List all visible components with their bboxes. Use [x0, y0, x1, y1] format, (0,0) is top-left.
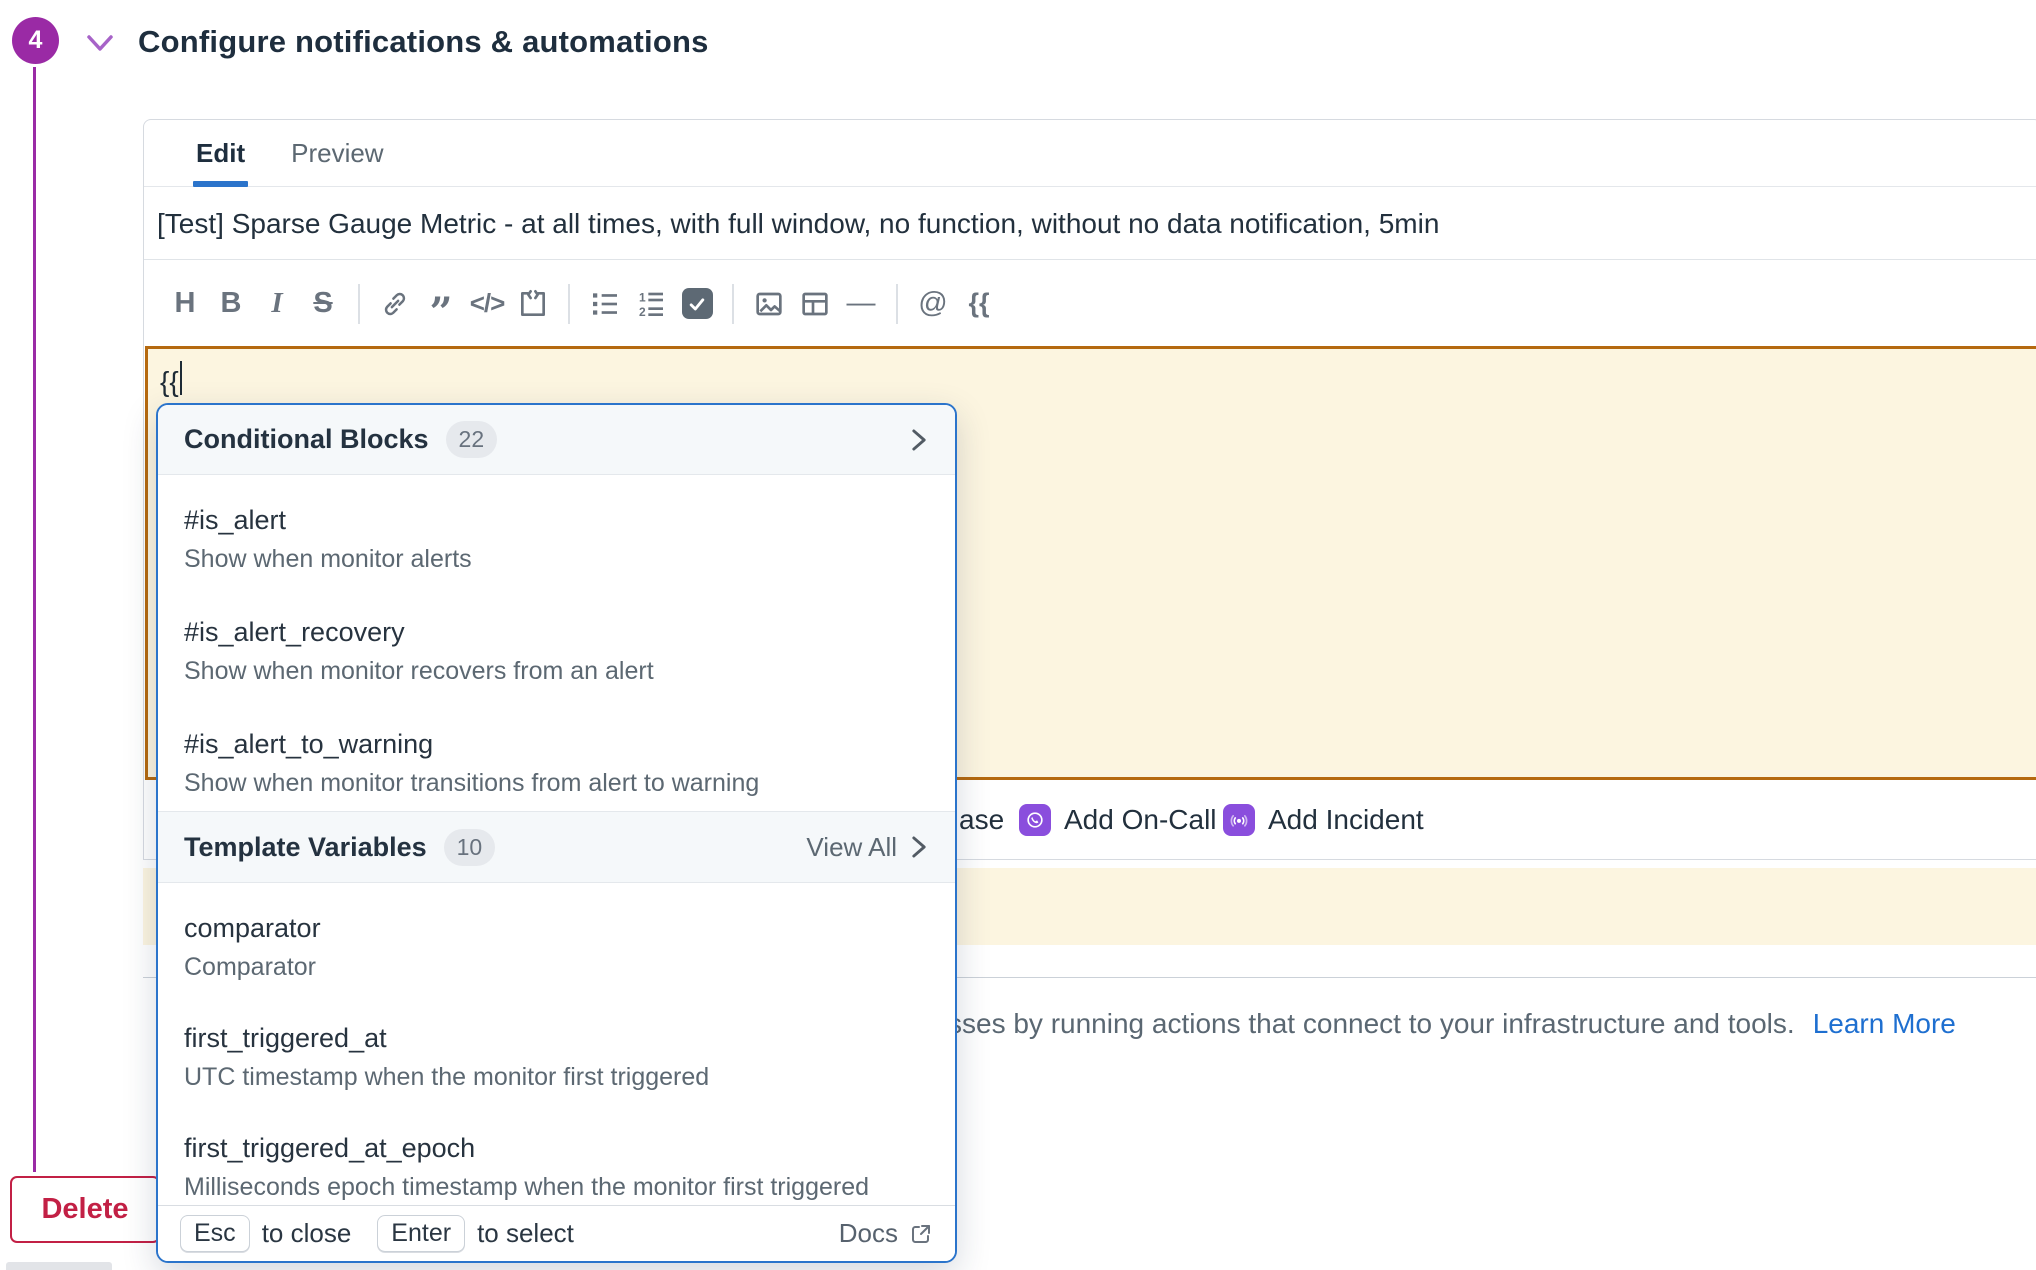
item-name: first_triggered_at: [184, 1023, 929, 1054]
template-variable-button[interactable]: {{: [956, 279, 1002, 329]
item-description: Show when monitor alerts: [184, 545, 929, 574]
autocomplete-footer: Esc to close Enter to select Docs: [158, 1205, 955, 1261]
list-item-first-triggered-at[interactable]: first_triggered_at UTC timestamp when th…: [158, 993, 955, 1103]
item-name: comparator: [184, 913, 929, 944]
checkbox-icon: [682, 288, 713, 319]
toolbar-divider: [732, 284, 734, 324]
image-button[interactable]: [746, 279, 792, 329]
on-call-icon: [1019, 804, 1051, 836]
section-title: Conditional Blocks: [184, 424, 429, 455]
enter-hint: to select: [477, 1218, 574, 1249]
chevron-right-icon[interactable]: [909, 834, 929, 860]
add-incident-button[interactable]: Add Incident: [1268, 804, 1424, 836]
section-title: Template Variables: [184, 832, 427, 863]
list-item-first-triggered-at-epoch[interactable]: first_triggered_at_epoch Milliseconds ep…: [158, 1103, 955, 1213]
italic-button[interactable]: I: [254, 279, 300, 329]
item-description: Show when monitor recovers from an alert: [184, 657, 929, 686]
mention-button[interactable]: @: [910, 279, 956, 329]
link-icon: [380, 289, 410, 319]
item-description: UTC timestamp when the monitor first tri…: [184, 1063, 929, 1092]
list-item-is-alert-to-warning[interactable]: #is_alert_to_warning Show when monitor t…: [158, 699, 955, 811]
tab-edit[interactable]: Edit: [196, 120, 245, 186]
numbered-list-icon: 12: [635, 288, 667, 320]
item-name: #is_alert_to_warning: [184, 729, 929, 760]
task-list-button[interactable]: [674, 279, 720, 329]
bold-button[interactable]: B: [208, 279, 254, 329]
code-block-icon: [517, 288, 549, 320]
count-badge: 22: [446, 421, 498, 458]
formatting-toolbar: H B I S ” </> 12: [144, 261, 2036, 346]
list-item-is-alert[interactable]: #is_alert Show when monitor alerts: [158, 475, 955, 587]
view-all-link[interactable]: View All: [806, 832, 897, 863]
count-badge: 10: [444, 829, 496, 866]
table-button[interactable]: [792, 279, 838, 329]
heading-button[interactable]: H: [162, 279, 208, 329]
svg-text:1: 1: [639, 290, 646, 304]
chevron-right-icon[interactable]: [909, 427, 929, 453]
docs-link[interactable]: Docs: [839, 1218, 933, 1249]
template-autocomplete-popover: Conditional Blocks 22 #is_alert Show whe…: [156, 403, 957, 1263]
list-item-is-alert-recovery[interactable]: #is_alert_recovery Show when monitor rec…: [158, 587, 955, 699]
item-description: Show when monitor transitions from alert…: [184, 769, 929, 798]
item-description: Comparator: [184, 953, 929, 982]
toolbar-divider: [568, 284, 570, 324]
learn-more-link[interactable]: Learn More: [1813, 1008, 1956, 1039]
item-description: Milliseconds epoch timestamp when the mo…: [184, 1173, 929, 1202]
step-number-badge: 4: [12, 17, 59, 64]
bulleted-list-button[interactable]: [582, 279, 628, 329]
toolbar-divider: [358, 284, 360, 324]
add-case-button-fragment[interactable]: ase: [959, 804, 1004, 836]
step-rail: [33, 67, 36, 1172]
external-link-icon: [909, 1222, 933, 1246]
editor-text: {{: [160, 366, 179, 397]
table-icon: [799, 288, 831, 320]
docs-label: Docs: [839, 1218, 898, 1249]
esc-key-badge: Esc: [180, 1215, 250, 1252]
enter-key-badge: Enter: [377, 1215, 465, 1252]
item-name: first_triggered_at_epoch: [184, 1133, 929, 1164]
image-icon: [753, 288, 785, 320]
toolbar-divider: [896, 284, 898, 324]
esc-hint: to close: [262, 1218, 352, 1249]
item-name: #is_alert: [184, 505, 929, 536]
bulleted-list-icon: [589, 288, 621, 320]
notification-title-input[interactable]: [Test] Sparse Gauge Metric - at all time…: [144, 188, 2036, 260]
svg-text:2: 2: [639, 305, 646, 319]
section-header-template-variables[interactable]: Template Variables 10 View All: [158, 811, 955, 883]
horizontal-rule-button[interactable]: —: [838, 279, 884, 329]
link-button[interactable]: [372, 279, 418, 329]
collapse-chevron-down-icon[interactable]: [84, 30, 116, 56]
automation-note-text: sses by running actions that connect to …: [948, 1008, 1795, 1039]
tab-preview[interactable]: Preview: [291, 120, 383, 186]
item-name: #is_alert_recovery: [184, 617, 929, 648]
numbered-list-button[interactable]: 12: [628, 279, 674, 329]
incident-icon: [1223, 804, 1255, 836]
list-item-comparator[interactable]: comparator Comparator: [158, 883, 955, 993]
add-on-call-button[interactable]: Add On-Call: [1064, 804, 1217, 836]
section-header-conditional-blocks[interactable]: Conditional Blocks 22: [158, 405, 955, 475]
code-block-button[interactable]: [510, 279, 556, 329]
text-cursor: [180, 361, 182, 395]
cutoff-element: [6, 1262, 112, 1270]
delete-button[interactable]: Delete: [10, 1176, 160, 1243]
strikethrough-button[interactable]: S: [300, 279, 346, 329]
page-title: Configure notifications & automations: [138, 24, 709, 60]
blockquote-button[interactable]: ”: [418, 279, 464, 329]
inline-code-button[interactable]: </>: [464, 279, 510, 329]
automation-note: sses by running actions that connect to …: [948, 1008, 1956, 1040]
editor-tabs: Edit Preview: [144, 120, 2036, 187]
